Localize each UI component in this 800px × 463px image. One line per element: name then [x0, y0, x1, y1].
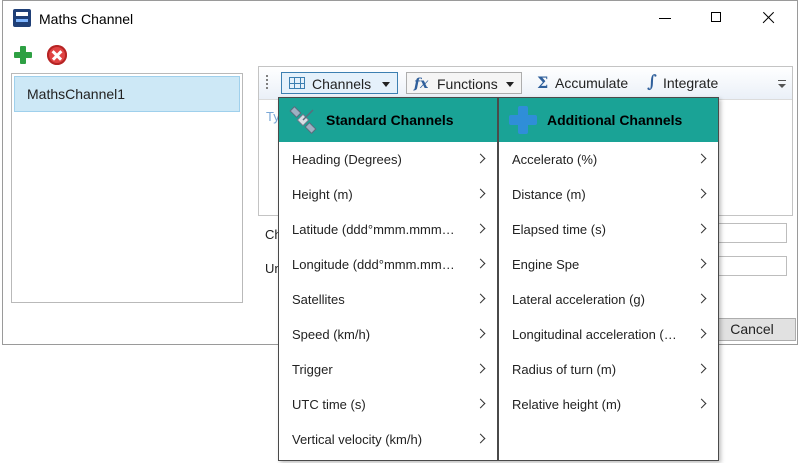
- menu-item-label: Relative height (m): [512, 397, 622, 412]
- menu-item[interactable]: Height (m): [279, 177, 497, 212]
- chevron-right-icon: [696, 153, 707, 164]
- channels-dropdown-button[interactable]: Channels: [281, 72, 398, 94]
- channels-dropdown-menu: Standard Channels Heading (Degrees) Heigh…: [278, 97, 719, 461]
- satellite-icon: [289, 105, 317, 135]
- chevron-right-icon: [475, 153, 486, 164]
- chevron-right-icon: [696, 328, 707, 339]
- menu-item[interactable]: Vertical velocity (km/h): [279, 422, 497, 457]
- additional-channels-title: Additional Channels: [547, 112, 683, 128]
- chevron-right-icon: [475, 293, 486, 304]
- chevron-right-icon: [696, 258, 707, 269]
- menu-item-label: Satellites: [292, 292, 345, 307]
- chevron-right-icon: [475, 223, 486, 234]
- sigma-icon: Σ: [537, 73, 549, 92]
- menu-item-label: Latitude (ddd°mmm.mmm…: [292, 222, 455, 237]
- chevron-right-icon: [475, 398, 486, 409]
- menu-item-label: Vertical velocity (km/h): [292, 432, 423, 447]
- units-field[interactable]: [715, 256, 787, 276]
- menu-item-label: Radius of turn (m): [512, 362, 617, 377]
- menu-item[interactable]: Distance (m): [499, 177, 718, 212]
- menu-item[interactable]: UTC time (s): [279, 387, 497, 422]
- list-item[interactable]: MathsChannel1: [14, 76, 240, 112]
- menu-item-label: Lateral acceleration (g): [512, 292, 645, 307]
- chevron-right-icon: [696, 188, 707, 199]
- integrate-button[interactable]: ∫ Integrate: [645, 72, 718, 94]
- menu-item-label: Height (m): [292, 187, 353, 202]
- accumulate-label: Accumulate: [555, 75, 629, 91]
- chevron-right-icon: [475, 188, 486, 199]
- menu-item[interactable]: Engine Spe: [499, 247, 718, 282]
- functions-dropdown-button[interactable]: fx Functions: [406, 72, 522, 94]
- window-title: Maths Channel: [39, 11, 134, 27]
- menu-item[interactable]: Satellites: [279, 282, 497, 317]
- menu-item[interactable]: Latitude (ddd°mmm.mmm…: [279, 212, 497, 247]
- menu-item[interactable]: Longitude (ddd°mmm.mm…: [279, 247, 497, 282]
- remove-channel-button[interactable]: [47, 45, 67, 65]
- channels-label: Channels: [312, 76, 372, 92]
- menu-item[interactable]: Trigger: [279, 352, 497, 387]
- maximize-button[interactable]: [706, 7, 728, 29]
- chevron-right-icon: [475, 258, 486, 269]
- channel-name-field[interactable]: [715, 223, 787, 243]
- menu-item[interactable]: Elapsed time (s): [499, 212, 718, 247]
- plus-icon: [508, 105, 538, 135]
- standard-channels-header: Standard Channels: [279, 98, 497, 142]
- remove-icon: [47, 45, 67, 65]
- menu-item-label: Longitudinal acceleration (…: [512, 327, 677, 342]
- integral-icon: ∫: [647, 72, 657, 92]
- accumulate-button[interactable]: Σ Accumulate: [535, 72, 628, 94]
- fx-icon: fx: [414, 76, 429, 92]
- menu-item[interactable]: Speed (km/h): [279, 317, 497, 352]
- app-icon: [13, 9, 31, 27]
- chevron-right-icon: [696, 363, 707, 374]
- menu-item[interactable]: Accelerato (%): [499, 142, 718, 177]
- menu-item[interactable]: Radius of turn (m): [499, 352, 718, 387]
- grid-icon: [289, 77, 305, 89]
- plus-icon: [13, 45, 33, 65]
- chevron-right-icon: [475, 433, 486, 444]
- standard-channels-title: Standard Channels: [326, 112, 454, 128]
- channel-list: MathsChannel1: [11, 73, 243, 303]
- integrate-label: Integrate: [663, 75, 719, 91]
- chevron-down-icon: [506, 82, 514, 87]
- chevron-right-icon: [696, 293, 707, 304]
- menu-item-label: Accelerato (%): [512, 152, 598, 167]
- additional-channels-header: Additional Channels: [499, 98, 718, 142]
- cancel-button[interactable]: Cancel: [708, 318, 796, 341]
- add-channel-button[interactable]: [13, 45, 33, 65]
- minimize-button[interactable]: [655, 7, 677, 29]
- menu-item-label: Longitude (ddd°mmm.mm…: [292, 257, 455, 272]
- menu-item-label: Distance (m): [512, 187, 586, 202]
- additional-channels-column: Additional Channels Accelerato (%) Distan…: [499, 98, 718, 460]
- menu-item[interactable]: Lateral acceleration (g): [499, 282, 718, 317]
- close-button[interactable]: [758, 7, 780, 29]
- menu-item[interactable]: Heading (Degrees): [279, 142, 497, 177]
- chevron-right-icon: [696, 223, 707, 234]
- menu-item-label: Engine Spe: [512, 257, 580, 272]
- title-bar: Maths Channel: [3, 1, 797, 35]
- toolbar-grip[interactable]: [266, 75, 268, 91]
- menu-item-label: Speed (km/h): [292, 327, 371, 342]
- menu-item[interactable]: Longitudinal acceleration (…: [499, 317, 718, 352]
- chevron-right-icon: [475, 363, 486, 374]
- menu-item-label: Heading (Degrees): [292, 152, 402, 167]
- editor-toolbar: Channels fx Functions Σ Accumulate ∫ Int…: [259, 67, 792, 100]
- menu-item-label: UTC time (s): [292, 397, 366, 412]
- menu-item[interactable]: Relative height (m): [499, 387, 718, 422]
- functions-label: Functions: [437, 76, 498, 92]
- chevron-down-icon: [382, 82, 390, 87]
- menu-item-label: Trigger: [292, 362, 333, 377]
- chevron-right-icon: [696, 398, 707, 409]
- chevron-right-icon: [475, 328, 486, 339]
- toolbar-overflow-icon[interactable]: [778, 80, 786, 88]
- menu-item-label: Elapsed time (s): [512, 222, 606, 237]
- standard-channels-column: Standard Channels Heading (Degrees) Heigh…: [279, 98, 499, 460]
